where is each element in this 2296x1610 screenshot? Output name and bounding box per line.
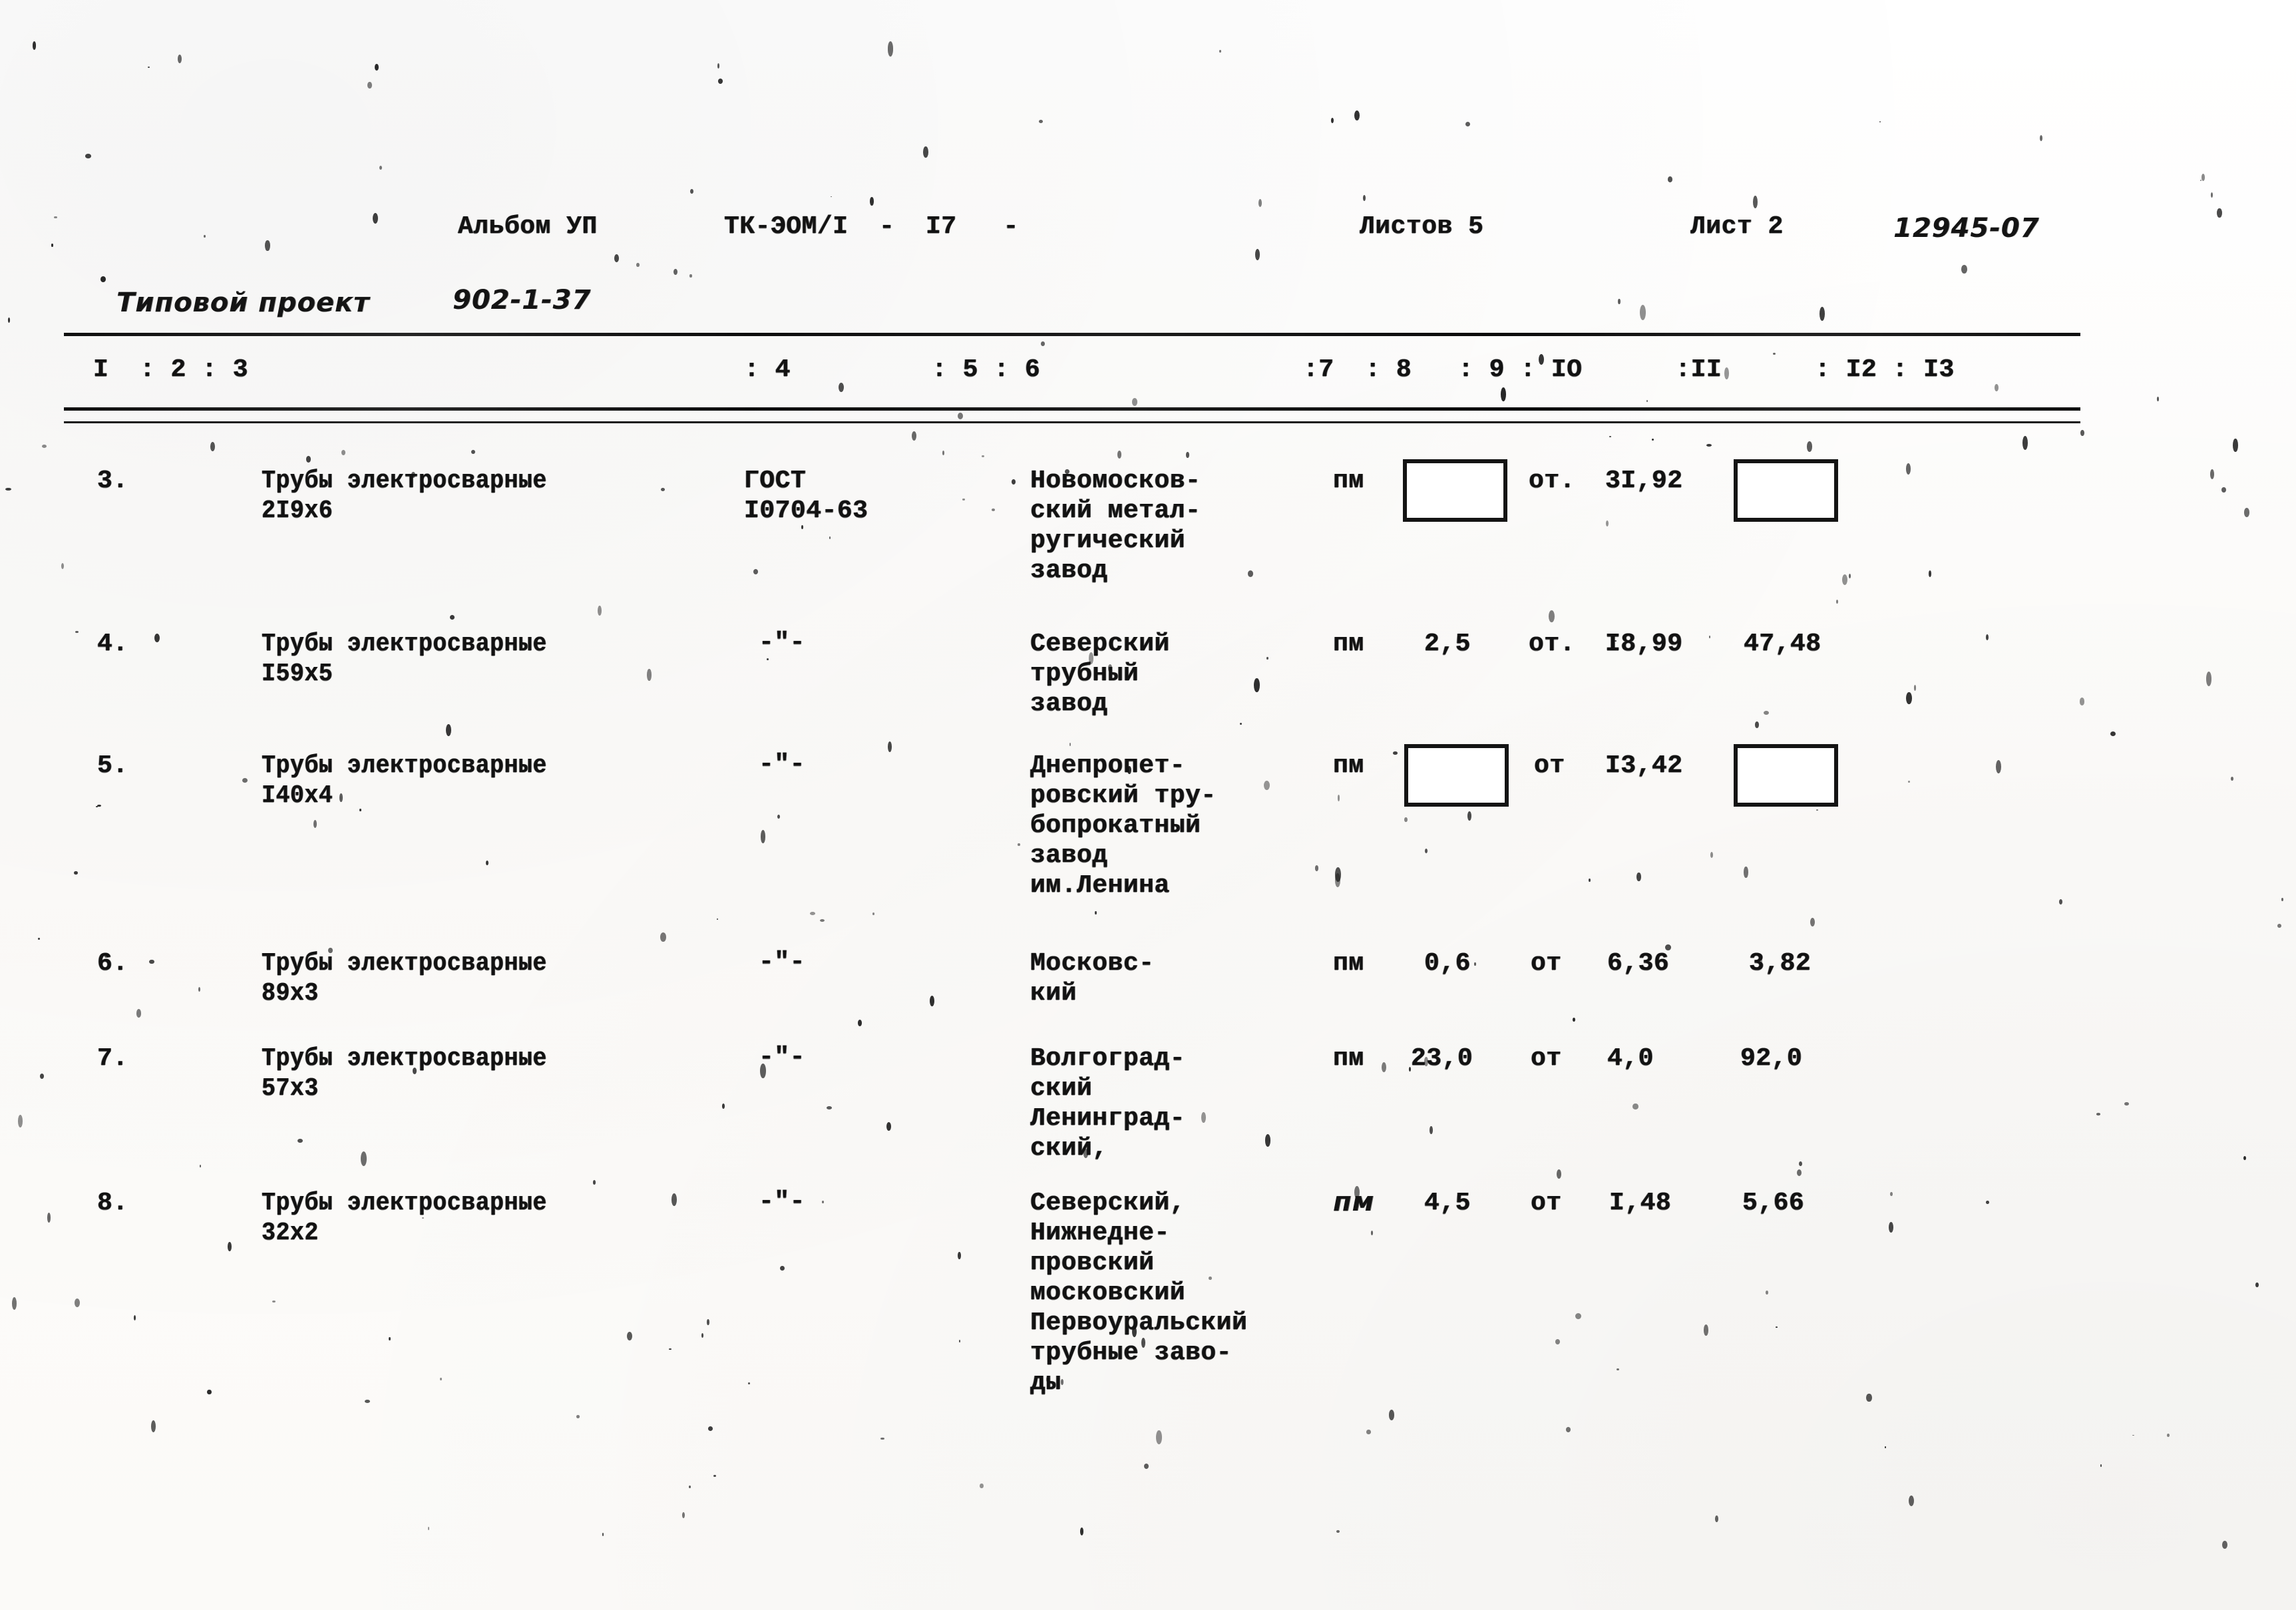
row-supplier-line: трубный <box>1030 660 1139 688</box>
row-supplier-line: Ленинград- <box>1030 1104 1186 1133</box>
row-total: 47,48 <box>1744 630 1821 658</box>
row-supplier-line: Московс- <box>1030 949 1155 978</box>
row-supplier-line: завод <box>1030 841 1108 870</box>
row-unit: пм <box>1333 1044 1364 1073</box>
row-unit: пм <box>1333 751 1364 780</box>
column-header-divider-rule-bottom <box>64 421 2080 423</box>
row-quantity-empty-box[interactable] <box>1403 459 1507 522</box>
row-standard-line1: ГОСТ <box>744 467 807 495</box>
row-number: 3. <box>97 467 128 495</box>
row-number: 5. <box>97 751 128 780</box>
row-number: 4. <box>97 630 128 658</box>
row-supplier-line: завод <box>1030 690 1108 718</box>
row-quantity: 4,5 <box>1424 1189 1471 1217</box>
row-price-prefix: от <box>1531 1044 1562 1073</box>
row-price: 4,0 <box>1607 1044 1654 1073</box>
row-price: I,48 <box>1609 1189 1672 1217</box>
album-label: Альбом УП <box>458 212 598 241</box>
row-total: 3,82 <box>1749 949 1812 978</box>
column-header-left: I : 2 : 3 <box>93 355 249 384</box>
row-item-name-line2: 2I9х6 <box>262 497 333 525</box>
row-price-prefix: от <box>1531 1189 1562 1217</box>
row-standard-line1: -"- <box>759 1187 805 1216</box>
row-standard-line1: -"- <box>759 948 805 976</box>
row-supplier-line: Днепропет- <box>1030 751 1186 780</box>
sheets-total-label: Листов 5 <box>1360 212 1484 241</box>
row-item-name-line1: Трубы электросварные <box>262 751 547 780</box>
row-number: 6. <box>97 949 128 978</box>
row-supplier-line: Первоуральский <box>1030 1308 1248 1337</box>
drawing-number: 12945-07 <box>1893 213 2040 244</box>
sheet-number-label: Лист 2 <box>1690 212 1784 241</box>
row-standard-line1: -"- <box>759 628 805 657</box>
row-supplier-line: кий <box>1030 979 1077 1008</box>
row-supplier-line: ский <box>1030 1074 1093 1103</box>
header-divider-rule <box>64 333 2080 336</box>
row-unit: пм <box>1333 1187 1375 1217</box>
project-number: 902-1-37 <box>453 285 592 315</box>
row-item-name-line1: Трубы электросварные <box>262 949 547 978</box>
row-standard-line1: -"- <box>759 750 805 779</box>
row-item-name-line1: Трубы электросварные <box>262 630 547 658</box>
row-supplier-line: ды <box>1030 1368 1061 1397</box>
row-supplier-line: Нижнедне- <box>1030 1219 1170 1247</box>
row-quantity: 0,6 <box>1424 949 1471 978</box>
row-price-prefix: от <box>1531 949 1562 978</box>
row-unit: пм <box>1333 949 1364 978</box>
row-number: 8. <box>97 1189 128 1217</box>
document-code: ТК-ЭОМ/I - I7 - <box>724 212 1019 241</box>
row-supplier-line: ругический <box>1030 526 1186 555</box>
row-supplier-line: ский метал- <box>1030 497 1201 525</box>
row-supplier-line: трубные заво- <box>1030 1338 1232 1367</box>
row-price: 6,36 <box>1607 949 1670 978</box>
row-total-empty-box[interactable] <box>1734 744 1838 807</box>
row-price: I8,99 <box>1605 630 1683 658</box>
row-total: 5,66 <box>1742 1189 1805 1217</box>
row-price: I3,42 <box>1605 751 1683 780</box>
row-quantity-empty-box[interactable] <box>1404 744 1509 807</box>
row-total-empty-box[interactable] <box>1734 459 1838 522</box>
row-price: 3I,92 <box>1605 467 1683 495</box>
row-item-name-line2: 89х3 <box>262 979 319 1008</box>
row-supplier-line: им.Ленина <box>1030 871 1170 900</box>
column-header-mid2: : 5 : 6 <box>932 355 1041 384</box>
row-item-name-line1: Трубы электросварные <box>262 1044 547 1073</box>
column-header-mid1: : 4 <box>744 355 791 384</box>
row-number: 7. <box>97 1044 128 1073</box>
row-supplier-line: Северский <box>1030 630 1170 658</box>
row-total: 92,0 <box>1740 1044 1803 1073</box>
row-supplier-line: Северский, <box>1030 1189 1186 1217</box>
row-item-name-line2: I59х5 <box>262 660 333 688</box>
row-supplier-line: бопрокатный <box>1030 811 1201 840</box>
row-item-name-line2: 32х2 <box>262 1219 319 1247</box>
row-supplier-line: ровский тру- <box>1030 781 1217 810</box>
row-unit: пм <box>1333 467 1364 495</box>
project-label: Типовой проект <box>116 288 370 318</box>
document-sheet: Альбом УП ТК-ЭОМ/I - I7 - Листов 5 Лист … <box>0 0 2296 1610</box>
row-quantity: 2,5 <box>1424 630 1471 658</box>
row-supplier-line: провский <box>1030 1249 1155 1277</box>
row-item-name-line1: Трубы электросварные <box>262 1189 547 1217</box>
row-quantity: 23,0 <box>1411 1044 1473 1073</box>
row-item-name-line1: Трубы электросварные <box>262 467 547 495</box>
row-price-prefix: от. <box>1529 467 1575 495</box>
row-price-prefix: от <box>1534 751 1565 780</box>
column-header-divider-rule-top <box>64 407 2080 411</box>
row-unit: пм <box>1333 630 1364 658</box>
row-price-prefix: от. <box>1529 630 1575 658</box>
row-supplier-line: Волгоград- <box>1030 1044 1186 1073</box>
row-item-name-line2: I40х4 <box>262 781 333 810</box>
row-standard-line1: -"- <box>759 1043 805 1072</box>
row-standard-line2: I0704-63 <box>744 497 868 525</box>
row-item-name-line2: 57х3 <box>262 1074 319 1103</box>
row-supplier-line: завод <box>1030 556 1108 585</box>
row-supplier-line: ский, <box>1030 1134 1108 1163</box>
row-supplier-line: московский <box>1030 1279 1186 1307</box>
row-supplier-line: Новомосков- <box>1030 467 1201 495</box>
column-header-right: :7 : 8 : 9 : IO :II : I2 : I3 <box>1303 355 1955 384</box>
